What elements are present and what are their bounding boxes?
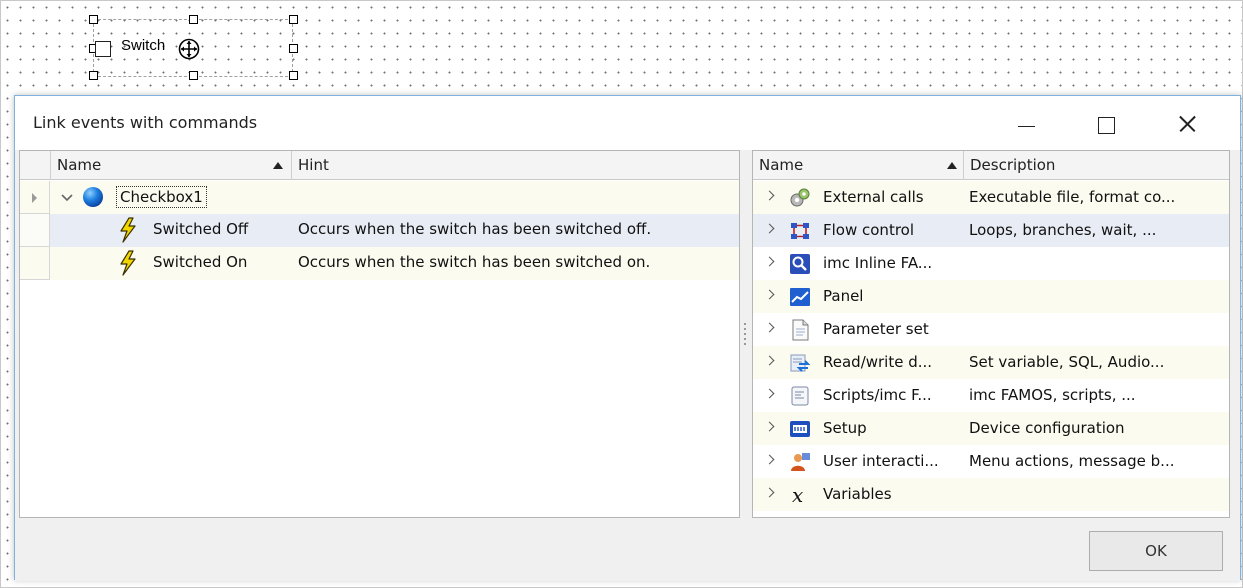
command-description: imc FAMOS, scripts, ...: [969, 386, 1136, 404]
column-header-name-label: Name: [759, 156, 804, 174]
resize-handle-bm[interactable]: [189, 71, 198, 80]
dialog-body: Name Hint Checkbox1 Switched Off Occurs …: [15, 150, 1240, 581]
command-description: Device configuration: [969, 419, 1125, 437]
resize-handle-bl[interactable]: [89, 71, 98, 80]
link-events-dialog: Link events with commands Name Hint Chec…: [14, 95, 1241, 581]
resize-handle-mr[interactable]: [289, 44, 298, 53]
chevron-right-icon[interactable]: [764, 487, 775, 498]
chevron-right-icon[interactable]: [764, 256, 775, 267]
event-name: Checkbox1: [116, 186, 207, 208]
command-description: Set variable, SQL, Audio...: [969, 353, 1165, 371]
chevron-right-icon[interactable]: [764, 289, 775, 300]
event-name: Switched On: [153, 253, 248, 271]
command-description: Executable file, format co...: [969, 188, 1176, 206]
column-header-hint[interactable]: Hint: [292, 151, 739, 180]
resize-handle-tm[interactable]: [189, 15, 198, 24]
switch-label: Switch: [121, 37, 166, 54]
command-name: User interacti...: [823, 452, 939, 470]
command-name: Read/write d...: [823, 353, 933, 371]
panel-splitter[interactable]: [743, 320, 747, 350]
command-row[interactable]: Read/write d... Set variable, SQL, Audio…: [753, 346, 1229, 379]
command-name: imc Inline FA...: [823, 254, 933, 272]
commands-grid: Name Description External calls Executab…: [752, 150, 1230, 518]
chevron-right-icon[interactable]: [764, 190, 775, 201]
gears-icon: [790, 188, 810, 207]
row-header[interactable]: [20, 247, 50, 280]
command-row[interactable]: Scripts/imc F... imc FAMOS, scripts, ...: [753, 379, 1229, 412]
event-hint: Occurs when the switch has been switched…: [298, 220, 652, 238]
close-button[interactable]: [1164, 104, 1210, 144]
panel-chart-icon: [790, 288, 810, 306]
chevron-right-icon[interactable]: [764, 388, 775, 399]
command-row[interactable]: imc Inline FA...: [753, 247, 1229, 280]
variable-x-icon: x: [792, 484, 803, 506]
table-row[interactable]: Switched On Occurs when the switch has b…: [20, 247, 739, 280]
commands-grid-header: Name Description: [753, 151, 1229, 180]
dialog-title: Link events with commands: [33, 113, 258, 132]
events-grid-header: Name Hint: [20, 151, 739, 180]
command-row[interactable]: x Variables: [753, 478, 1229, 511]
column-header-name-label: Name: [57, 156, 102, 174]
switch-control[interactable]: Switch: [87, 13, 298, 80]
read-write-icon: [790, 354, 811, 372]
lightning-event-icon: [120, 250, 136, 276]
command-name: Variables: [823, 485, 892, 503]
command-name: Panel: [823, 287, 864, 305]
current-row-icon: [32, 193, 37, 203]
sort-ascending-icon: [273, 162, 283, 169]
maximize-button[interactable]: [1082, 104, 1128, 144]
chevron-right-icon[interactable]: [764, 322, 775, 333]
column-header-description-label: Description: [970, 156, 1056, 174]
flow-control-icon: [791, 223, 809, 239]
event-hint: Occurs when the switch has been switched…: [298, 253, 651, 271]
command-row[interactable]: Parameter set: [753, 313, 1229, 346]
setup-icon: [790, 421, 810, 437]
move-icon[interactable]: [178, 38, 200, 60]
column-header-name[interactable]: Name: [51, 151, 292, 180]
events-grid: Name Hint Checkbox1 Switched Off Occurs …: [19, 150, 740, 518]
command-name: External calls: [823, 188, 924, 206]
command-row[interactable]: Panel: [753, 280, 1229, 313]
document-icon: [792, 319, 809, 341]
user-icon: [791, 453, 810, 471]
sort-ascending-icon: [947, 162, 957, 169]
command-name: Setup: [823, 419, 867, 437]
resize-handle-br[interactable]: [289, 71, 298, 80]
chevron-right-icon[interactable]: [764, 355, 775, 366]
svg-text:x: x: [792, 484, 803, 506]
command-row[interactable]: Setup Device configuration: [753, 412, 1229, 445]
command-name: Parameter set: [823, 320, 929, 338]
command-row[interactable]: External calls Executable file, format c…: [753, 181, 1229, 214]
row-header[interactable]: [20, 181, 50, 214]
table-row[interactable]: Switched Off Occurs when the switch has …: [20, 214, 739, 247]
dialog-titlebar[interactable]: Link events with commands: [15, 96, 1240, 150]
event-name: Switched Off: [153, 220, 249, 238]
chevron-right-icon[interactable]: [764, 223, 775, 234]
switch-checkbox: [95, 41, 111, 57]
resize-handle-tl[interactable]: [89, 15, 98, 24]
column-header-name[interactable]: Name: [753, 151, 964, 180]
table-row[interactable]: Checkbox1: [20, 181, 739, 214]
header-corner: [20, 151, 51, 180]
chevron-right-icon[interactable]: [764, 454, 775, 465]
command-description: Menu actions, message b...: [969, 452, 1175, 470]
minimize-button[interactable]: [1003, 104, 1049, 144]
row-header[interactable]: [20, 214, 50, 247]
command-row[interactable]: Flow control Loops, branches, wait, ...: [753, 214, 1229, 247]
column-header-description[interactable]: Description: [964, 151, 1229, 180]
inline-famos-icon: [790, 254, 810, 274]
ok-button[interactable]: OK: [1089, 531, 1223, 571]
command-description: Loops, branches, wait, ...: [969, 221, 1157, 239]
checkbox-object-icon: [83, 187, 103, 207]
lightning-event-icon: [120, 217, 136, 243]
column-header-hint-label: Hint: [298, 156, 329, 174]
command-name: Flow control: [823, 221, 915, 239]
script-icon: [791, 386, 809, 406]
command-name: Scripts/imc F...: [823, 386, 932, 404]
chevron-right-icon[interactable]: [764, 421, 775, 432]
chevron-down-icon[interactable]: [61, 194, 73, 202]
resize-handle-tr[interactable]: [289, 15, 298, 24]
command-row[interactable]: User interacti... Menu actions, message …: [753, 445, 1229, 478]
